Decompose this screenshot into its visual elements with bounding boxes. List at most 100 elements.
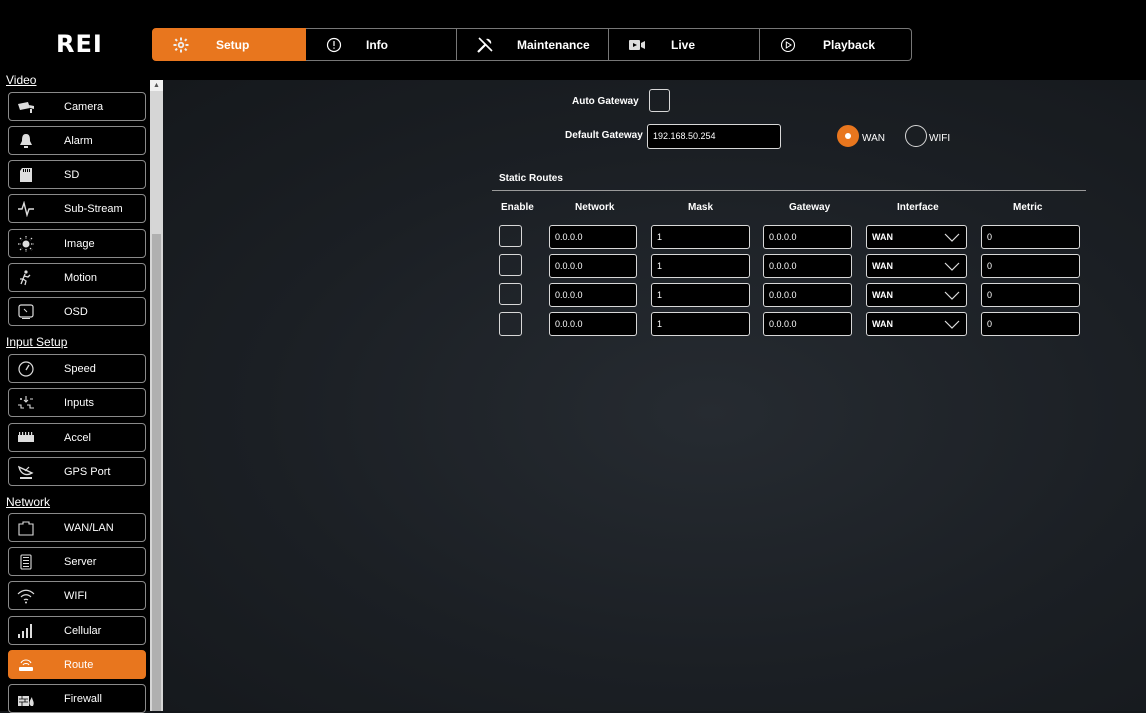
sidebar-item-label: OSD xyxy=(64,306,88,318)
wifi-radio[interactable] xyxy=(905,125,927,147)
route-interface-select[interactable]: WAN xyxy=(866,283,967,307)
server-icon xyxy=(17,554,35,570)
tab-label: Live xyxy=(671,37,696,52)
wifi-radio-label: WIFI xyxy=(929,133,951,144)
route-mask-input[interactable]: 1 xyxy=(651,225,750,249)
sidebar-item-speed[interactable]: Speed xyxy=(8,354,146,383)
route-interface-select[interactable]: WAN xyxy=(866,225,967,249)
sidebar-item-image[interactable]: Image xyxy=(8,229,146,258)
chevron-down-icon xyxy=(944,258,960,279)
tab-maintenance[interactable]: Maintenance xyxy=(457,28,609,61)
route-gateway-input[interactable]: 0.0.0.0 xyxy=(763,254,852,278)
route-enable-checkbox[interactable] xyxy=(499,283,522,305)
sidebar-item-wan-lan[interactable]: WAN/LAN xyxy=(8,513,146,542)
chevron-down-icon xyxy=(944,316,960,337)
route-interface-value: WAN xyxy=(872,261,893,271)
sidebar-item-label: Cellular xyxy=(64,625,102,637)
setup-gear-icon xyxy=(171,35,191,55)
sidebar-item-label: Image xyxy=(64,238,95,250)
sidebar-item-label: WAN/LAN xyxy=(64,522,114,534)
inputs-icon xyxy=(17,395,35,411)
play-icon xyxy=(778,35,798,55)
route-network-input[interactable]: 0.0.0.0 xyxy=(549,254,637,278)
route-interface-select[interactable]: WAN xyxy=(866,312,967,336)
auto-gateway-label: Auto Gateway xyxy=(572,96,639,107)
sidebar-item-gps-port[interactable]: GPS Port xyxy=(8,457,146,486)
sidebar-item-label: Inputs xyxy=(64,397,94,409)
route-gateway-input[interactable]: 0.0.0.0 xyxy=(763,225,852,249)
section-divider xyxy=(492,190,1086,191)
sidebar-item-sd[interactable]: SD xyxy=(8,160,146,189)
chevron-down-icon xyxy=(944,287,960,308)
tab-label: Maintenance xyxy=(517,37,590,52)
bell-icon xyxy=(17,133,35,149)
section-input-setup: Input Setup xyxy=(6,335,68,349)
sidebar-item-wifi[interactable]: WIFI xyxy=(8,581,146,610)
auto-gateway-checkbox[interactable] xyxy=(649,89,670,112)
sidebar-item-route[interactable]: Route xyxy=(8,650,146,679)
sidebar-item-server[interactable]: Server xyxy=(8,547,146,576)
live-camera-icon xyxy=(627,35,647,55)
tab-playback[interactable]: Playback xyxy=(760,28,912,61)
sidebar-item-cellular[interactable]: Cellular xyxy=(8,616,146,645)
route-metric-input[interactable]: 0 xyxy=(981,283,1080,307)
network-port-icon xyxy=(17,520,35,536)
route-enable-checkbox[interactable] xyxy=(499,254,522,276)
route-metric-input[interactable]: 0 xyxy=(981,312,1080,336)
section-video: Video xyxy=(6,73,37,87)
route-enable-checkbox[interactable] xyxy=(499,312,522,336)
route-metric-input[interactable]: 0 xyxy=(981,225,1080,249)
sidebar-item-camera[interactable]: Camera xyxy=(8,92,146,121)
wifi-icon xyxy=(17,588,35,604)
route-interface-select[interactable]: WAN xyxy=(866,254,967,278)
route-metric-input[interactable]: 0 xyxy=(981,254,1080,278)
brand-logo: REI xyxy=(56,30,103,58)
scroll-up-arrow-icon[interactable]: ▲ xyxy=(150,80,163,91)
wan-radio-label: WAN xyxy=(862,133,885,144)
column-header-enable: Enable xyxy=(501,202,534,213)
default-gateway-input[interactable]: 192.168.50.254 xyxy=(647,124,781,149)
sidebar-scrollbar-thumb[interactable] xyxy=(152,234,161,711)
tab-live[interactable]: Live xyxy=(609,28,760,61)
sidebar-item-label: Camera xyxy=(64,101,104,113)
column-header-mask: Mask xyxy=(688,202,714,213)
tab-label: Playback xyxy=(823,37,876,52)
route-network-input[interactable]: 0.0.0.0 xyxy=(549,312,637,336)
sidebar-item-label: Server xyxy=(64,556,97,568)
tab-info[interactable]: Info xyxy=(306,28,457,61)
static-routes-title: Static Routes xyxy=(499,173,563,184)
sidebar-item-sub-stream[interactable]: Sub-Stream xyxy=(8,194,146,223)
column-header-network: Network xyxy=(575,202,615,213)
tab-setup[interactable]: Setup xyxy=(152,28,306,61)
route-network-input[interactable]: 0.0.0.0 xyxy=(549,283,637,307)
sidebar-item-label: WIFI xyxy=(64,590,88,602)
tab-label: Info xyxy=(366,37,388,52)
default-gateway-label: Default Gateway xyxy=(565,130,643,141)
waveform-icon xyxy=(17,201,35,217)
osd-icon xyxy=(17,304,35,320)
route-mask-input[interactable]: 1 xyxy=(651,254,750,278)
sidebar-item-accel[interactable]: Accel xyxy=(8,423,146,452)
top-bar: REI Setup Info Maintenance Live Playback xyxy=(0,0,1146,80)
section-network: Network xyxy=(6,495,51,509)
column-header-metric: Metric xyxy=(1013,202,1043,213)
sidebar-item-alarm[interactable]: Alarm xyxy=(8,126,146,155)
camera-icon xyxy=(17,99,35,115)
route-gateway-input[interactable]: 0.0.0.0 xyxy=(763,312,852,336)
sidebar-item-inputs[interactable]: Inputs xyxy=(8,388,146,417)
route-network-input[interactable]: 0.0.0.0 xyxy=(549,225,637,249)
sd-card-icon xyxy=(17,167,35,183)
wan-radio[interactable] xyxy=(837,125,859,147)
router-icon xyxy=(17,657,35,673)
route-mask-input[interactable]: 1 xyxy=(651,283,750,307)
route-interface-value: WAN xyxy=(872,232,893,242)
sidebar-item-osd[interactable]: OSD xyxy=(8,297,146,326)
route-gateway-input[interactable]: 0.0.0.0 xyxy=(763,283,852,307)
sidebar-item-motion[interactable]: Motion xyxy=(8,263,146,292)
satellite-icon xyxy=(17,464,35,480)
route-enable-checkbox[interactable] xyxy=(499,225,522,247)
sidebar-item-label: Accel xyxy=(64,432,91,444)
sidebar-item-firewall[interactable]: Firewall xyxy=(8,684,146,713)
info-icon xyxy=(324,35,344,55)
route-mask-input[interactable]: 1 xyxy=(651,312,750,336)
